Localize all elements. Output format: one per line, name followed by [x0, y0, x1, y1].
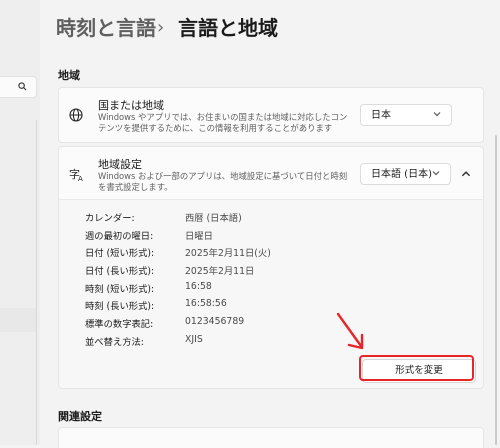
detail-label: 日付 (短い形式):	[85, 248, 155, 259]
chevron-down-icon	[433, 112, 441, 117]
country-region-value: 日本	[371, 110, 391, 121]
regional-format-value: 日本語 (日本)	[371, 169, 432, 180]
detail-label: 時刻 (短い形式):	[85, 284, 155, 295]
detail-value: XJIS	[185, 334, 203, 345]
section-title-region: 地域	[58, 69, 80, 82]
search-box[interactable]	[0, 76, 37, 98]
detail-value: 16:58	[185, 281, 212, 292]
search-icon	[18, 82, 27, 91]
detail-value: 日曜日	[185, 231, 213, 242]
detail-label: 標準の数字表記:	[85, 319, 154, 330]
regional-format-description: Windows および一部のアプリは、地域設定に基づいて日付と時刻を書式設定しま…	[98, 171, 348, 192]
chevron-up-icon[interactable]	[460, 168, 472, 180]
language-format-icon: 字 A	[69, 167, 83, 182]
section-title-related: 関連設定	[58, 410, 102, 423]
regional-format-card[interactable]: 字 A 地域設定 Windows および一部のアプリは、地域設定に基づいて日付と…	[58, 146, 484, 201]
detail-label: 並べ替え方法:	[85, 337, 144, 348]
detail-value: 2025年2月11日	[185, 266, 255, 277]
detail-label: 日付 (長い形式):	[85, 266, 155, 277]
country-region-dropdown[interactable]: 日本	[360, 104, 452, 126]
svg-text:A: A	[78, 175, 83, 182]
highlight-box	[359, 355, 474, 381]
chevron-down-icon	[432, 171, 440, 176]
detail-value: 2025年2月11日(火)	[185, 248, 271, 259]
country-region-description: Windows やアプリでは、お住まいの国または地域に対応したコンテンツを提供す…	[98, 112, 348, 133]
detail-value: 西暦 (日本語)	[185, 213, 242, 224]
globe-icon	[69, 108, 83, 122]
regional-format-title: 地域設定	[98, 158, 142, 171]
page-title: 言語と地域	[178, 16, 278, 40]
detail-value: 0123456789	[185, 316, 245, 327]
detail-label: 時刻 (長い形式):	[85, 301, 155, 312]
breadcrumb-parent[interactable]: 時刻と言語	[56, 13, 156, 43]
nav-selected-item[interactable]	[0, 308, 36, 332]
regional-format-dropdown[interactable]: 日本語 (日本)	[360, 163, 451, 185]
detail-label: カレンダー:	[85, 213, 135, 224]
detail-label: 週の最初の曜日:	[85, 231, 154, 242]
country-region-card: 国または地域 Windows やアプリでは、お住まいの国または地域に対応したコン…	[58, 87, 484, 143]
red-arrow-icon	[336, 312, 364, 350]
breadcrumb-separator: ›	[157, 17, 165, 38]
nav-divider	[36, 120, 37, 445]
navigation-pane	[0, 0, 40, 445]
detail-value: 16:58:56	[185, 298, 227, 309]
scrollbar[interactable]	[495, 135, 497, 445]
country-region-title: 国または地域	[98, 99, 164, 112]
